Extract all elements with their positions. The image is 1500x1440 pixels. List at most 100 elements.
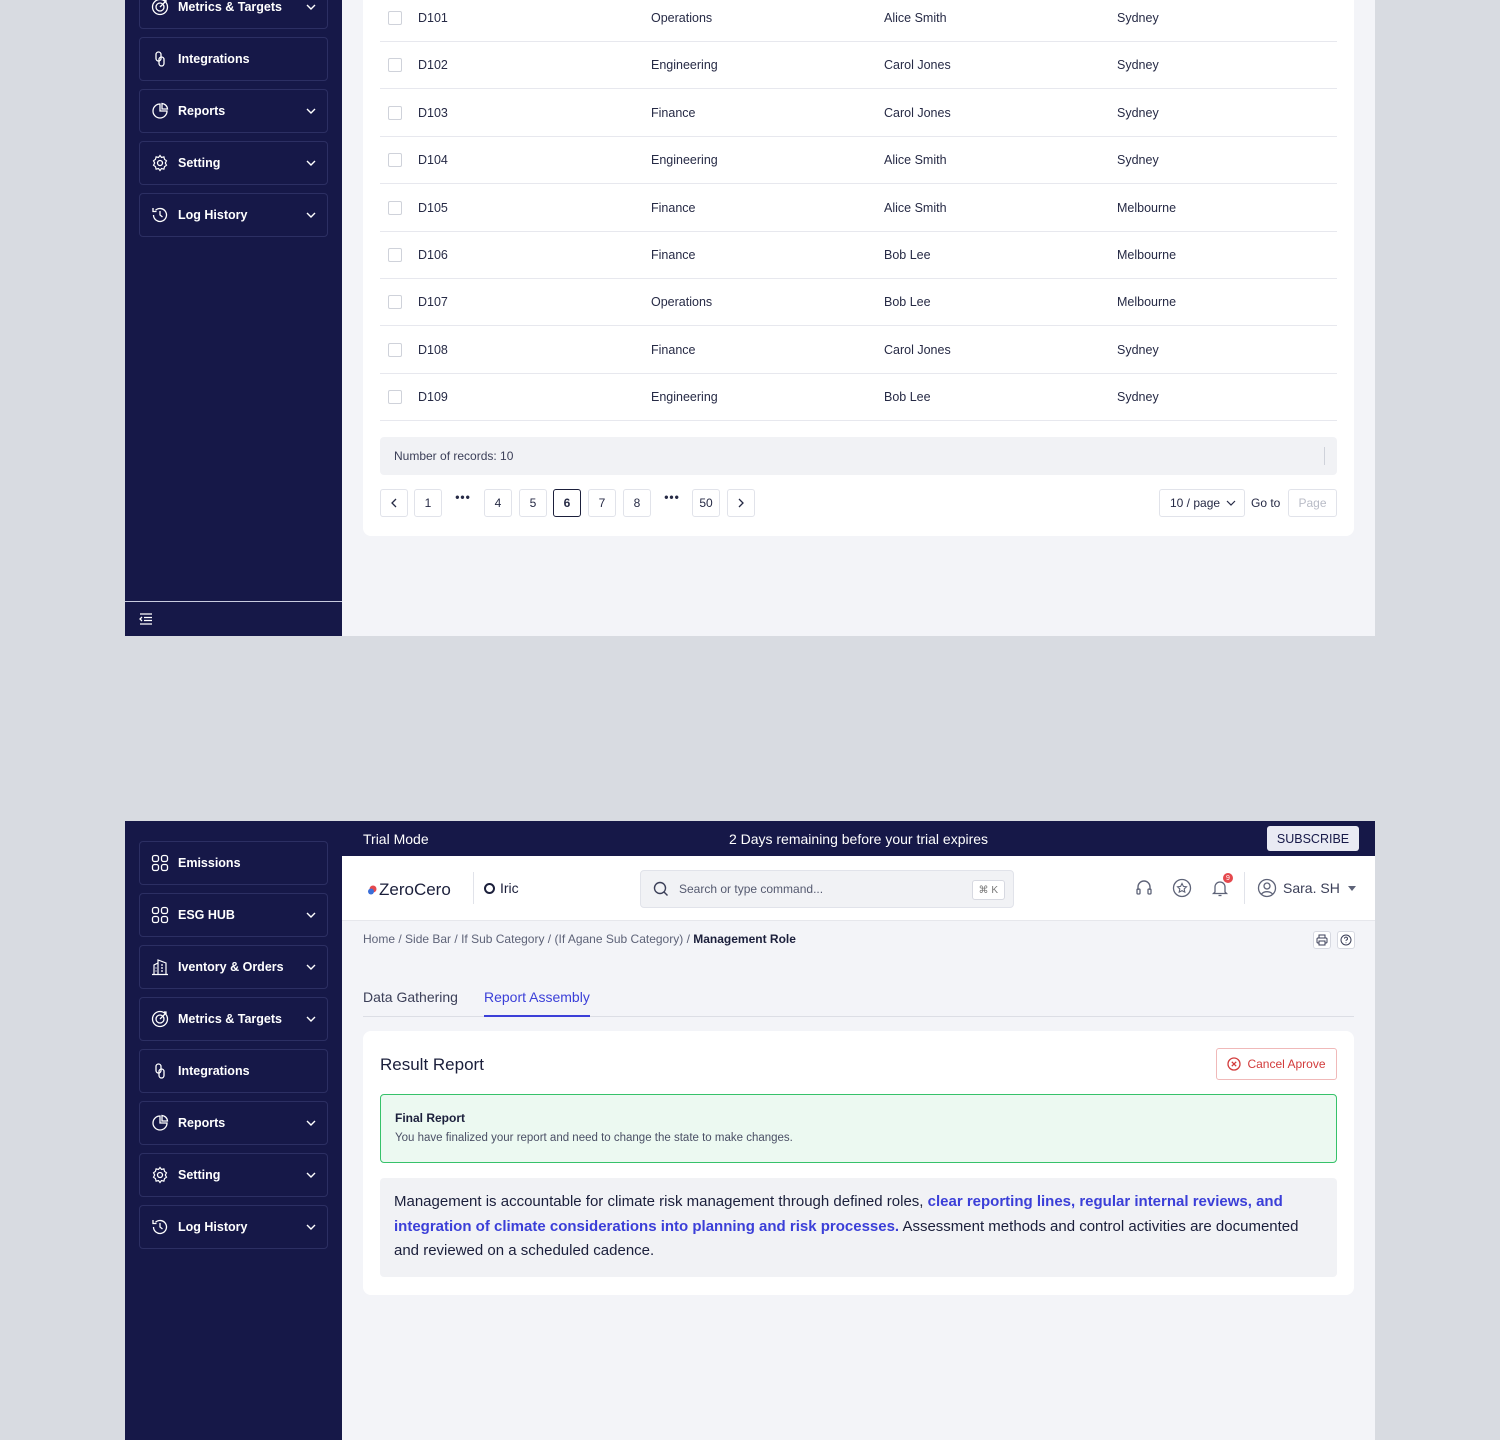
breadcrumb-separator: /: [683, 932, 694, 946]
chevron-down-icon: [305, 1169, 317, 1181]
star-badge-icon[interactable]: [1172, 878, 1192, 898]
org-switcher[interactable]: Iric: [473, 872, 519, 904]
search-input[interactable]: Search or type command... ⌘ K: [640, 870, 1014, 908]
cell-id: D103: [418, 105, 448, 120]
brand-logo[interactable]: ZeroCero: [367, 880, 451, 900]
cell-manager: Bob Lee: [884, 295, 931, 310]
sidebar-item-iventory-orders[interactable]: Iventory & Orders: [139, 945, 328, 989]
table-row[interactable]: D108 Finance Carol Jones Sydney: [380, 327, 1337, 374]
user-menu[interactable]: Sara. SH: [1244, 872, 1356, 904]
collapse-sidebar-button[interactable]: [125, 601, 342, 636]
brand-name: ZeroCero: [379, 880, 451, 899]
cell-city: Melbourne: [1117, 295, 1177, 310]
table-row[interactable]: D102 Engineering Carol Jones Sydney: [380, 42, 1337, 90]
row-checkbox[interactable]: [388, 295, 402, 310]
page-size-select[interactable]: 10 / page: [1159, 489, 1245, 517]
goto-page-input[interactable]: Page: [1288, 489, 1337, 517]
table-row[interactable]: D106 Finance Bob Lee Melbourne: [380, 232, 1337, 279]
page-50[interactable]: 50: [692, 489, 720, 517]
tabs: Data Gathering Report Assembly: [363, 979, 1354, 1017]
sidebar-item-log-history[interactable]: Log History: [139, 193, 328, 237]
table-row[interactable]: D107 Operations Bob Lee Melbourne: [380, 279, 1337, 327]
page-4[interactable]: 4: [484, 489, 512, 517]
sidebar-item-label: Iventory & Orders: [178, 960, 284, 974]
row-checkbox[interactable]: [388, 390, 402, 405]
link-icon: [150, 49, 170, 69]
cell-id: D101: [418, 11, 448, 25]
cell-id: D104: [418, 153, 448, 168]
sidebar-item-esg-hub[interactable]: ESG HUB: [139, 893, 328, 937]
page-ellipsis[interactable]: •••: [658, 483, 686, 511]
notifications-button[interactable]: 9: [1210, 873, 1233, 898]
page-ellipsis[interactable]: •••: [449, 483, 477, 511]
search-placeholder: Search or type command...: [679, 882, 824, 896]
page-8[interactable]: 8: [623, 489, 651, 517]
sidebar-item-metrics-targets[interactable]: Metrics & Targets: [139, 0, 328, 29]
help-icon: [1340, 934, 1352, 946]
page-1[interactable]: 1: [414, 489, 442, 517]
sidebar-item-log-history[interactable]: Log History: [139, 1205, 328, 1249]
subscribe-button[interactable]: SUBSCRIBE: [1267, 826, 1359, 851]
row-checkbox[interactable]: [388, 11, 402, 25]
final-report-title: Final Report: [395, 1111, 466, 1125]
help-button[interactable]: [1337, 931, 1355, 949]
row-checkbox[interactable]: [388, 58, 402, 73]
cancel-approve-button[interactable]: Cancel Aprove: [1216, 1048, 1337, 1080]
page-7[interactable]: 7: [588, 489, 616, 517]
cancel-circle-icon: [1227, 1057, 1242, 1071]
row-checkbox[interactable]: [388, 153, 402, 168]
sidebar-item-reports[interactable]: Reports: [139, 89, 328, 133]
breadcrumb-item[interactable]: Home: [363, 932, 395, 946]
table-row[interactable]: D101 Operations Alice Smith Sydney: [380, 0, 1337, 42]
sidebar-item-setting[interactable]: Setting: [139, 1153, 328, 1197]
row-checkbox[interactable]: [388, 105, 402, 120]
table-row[interactable]: D103 Finance Carol Jones Sydney: [380, 90, 1337, 137]
cell-department: Engineering: [651, 58, 718, 73]
chevron-down-icon: [305, 961, 317, 973]
page-6[interactable]: 6: [553, 489, 581, 517]
report-text[interactable]: Management is accountable for climate ri…: [380, 1178, 1337, 1277]
prev-page-button[interactable]: [380, 489, 408, 517]
cell-city: Sydney: [1117, 153, 1159, 168]
sidebar-item-metrics-targets[interactable]: Metrics & Targets: [139, 997, 328, 1041]
chevron-down-icon: [1226, 500, 1236, 506]
breadcrumb-item[interactable]: (If Agane Sub Category): [554, 932, 683, 946]
row-checkbox[interactable]: [388, 200, 402, 215]
sidebar-item-label: Reports: [178, 104, 226, 118]
page-tools: [1313, 931, 1355, 949]
row-checkbox[interactable]: [388, 342, 402, 357]
cell-department: Operations: [651, 11, 713, 25]
tab-report-assembly[interactable]: Report Assembly: [484, 989, 590, 1017]
breadcrumb-item[interactable]: If Sub Category: [461, 932, 544, 946]
sidebar-item-label: Setting: [178, 1168, 221, 1182]
breadcrumb-separator: /: [395, 932, 406, 946]
top-screen: Metrics & Targets Integrations Reports Sett…: [125, 0, 1375, 636]
table-row[interactable]: D104 Engineering Alice Smith Sydney: [380, 137, 1337, 185]
print-button[interactable]: [1313, 931, 1331, 949]
notification-badge: 9: [1223, 873, 1233, 883]
chevron-left-icon: [391, 498, 397, 508]
sidebar-item-reports[interactable]: Reports: [139, 1101, 328, 1145]
sidebar-item-setting[interactable]: Setting: [139, 141, 328, 185]
row-checkbox[interactable]: [388, 248, 402, 262]
sidebar-item-emissions[interactable]: Emissions: [139, 841, 328, 885]
user-name: Sara. SH: [1283, 880, 1340, 896]
table-row[interactable]: D109 Engineering Bob Lee Sydney: [380, 374, 1337, 422]
headset-icon[interactable]: [1134, 878, 1154, 898]
org-name: Iric: [500, 880, 519, 896]
search-shortcut: ⌘ K: [971, 880, 1005, 900]
breadcrumb-item[interactable]: Side Bar: [405, 932, 451, 946]
trial-bar: Trial Mode 2 Days remaining before your …: [342, 821, 1375, 856]
final-report-desc: You have finalized your report and need …: [395, 1132, 793, 1144]
sidebar-item-integrations[interactable]: Integrations: [139, 1049, 328, 1093]
breadcrumb-current: Management Role: [693, 932, 796, 946]
pie-chart-icon: [150, 1113, 170, 1133]
cell-city: Sydney: [1117, 58, 1159, 73]
table-row[interactable]: D105 Finance Alice Smith Melbourne: [380, 185, 1337, 232]
sidebar-item-integrations[interactable]: Integrations: [139, 37, 328, 81]
sidebar-bottom: Emissions ESG HUB Iventory & Orders Metrics…: [125, 821, 342, 1440]
top-header: ZeroCero Iric Search or type command... …: [342, 856, 1375, 921]
page-5[interactable]: 5: [519, 489, 547, 517]
tab-data-gathering[interactable]: Data Gathering: [363, 989, 458, 1005]
next-page-button[interactable]: [727, 489, 755, 517]
